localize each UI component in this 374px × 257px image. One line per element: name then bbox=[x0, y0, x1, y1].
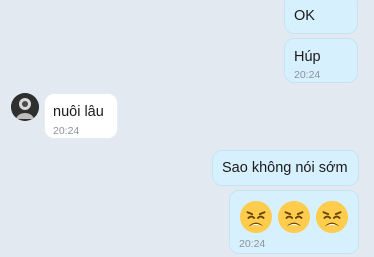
message-text: OK bbox=[294, 8, 315, 24]
message-text: Húp bbox=[294, 49, 321, 65]
contact-avatar[interactable] bbox=[11, 93, 39, 121]
message-text: nuôi lâu bbox=[53, 104, 104, 120]
weary-face-icon bbox=[315, 200, 349, 234]
message-bubble-outgoing[interactable]: OK bbox=[284, 0, 358, 34]
weary-face-icon bbox=[239, 200, 273, 234]
avatar-image bbox=[11, 93, 39, 121]
message-timestamp: 20:24 bbox=[53, 125, 80, 137]
message-bubble-incoming[interactable]: nuôi lâu 20:24 bbox=[44, 93, 118, 139]
message-timestamp: 20:24 bbox=[294, 69, 321, 81]
message-bubble-outgoing[interactable]: Sao không nói sớm bbox=[212, 150, 359, 186]
message-timestamp: 20:24 bbox=[239, 238, 266, 250]
emoji-row bbox=[239, 200, 349, 234]
message-text: Sao không nói sớm bbox=[222, 160, 348, 176]
message-bubble-outgoing-emoji[interactable]: 20:24 bbox=[229, 190, 359, 254]
message-bubble-outgoing[interactable]: Húp 20:24 bbox=[284, 38, 358, 83]
chat-conversation: OK Húp 20:24 nuôi lâu 20:24 Sao không nó… bbox=[0, 0, 374, 257]
weary-face-icon bbox=[277, 200, 311, 234]
